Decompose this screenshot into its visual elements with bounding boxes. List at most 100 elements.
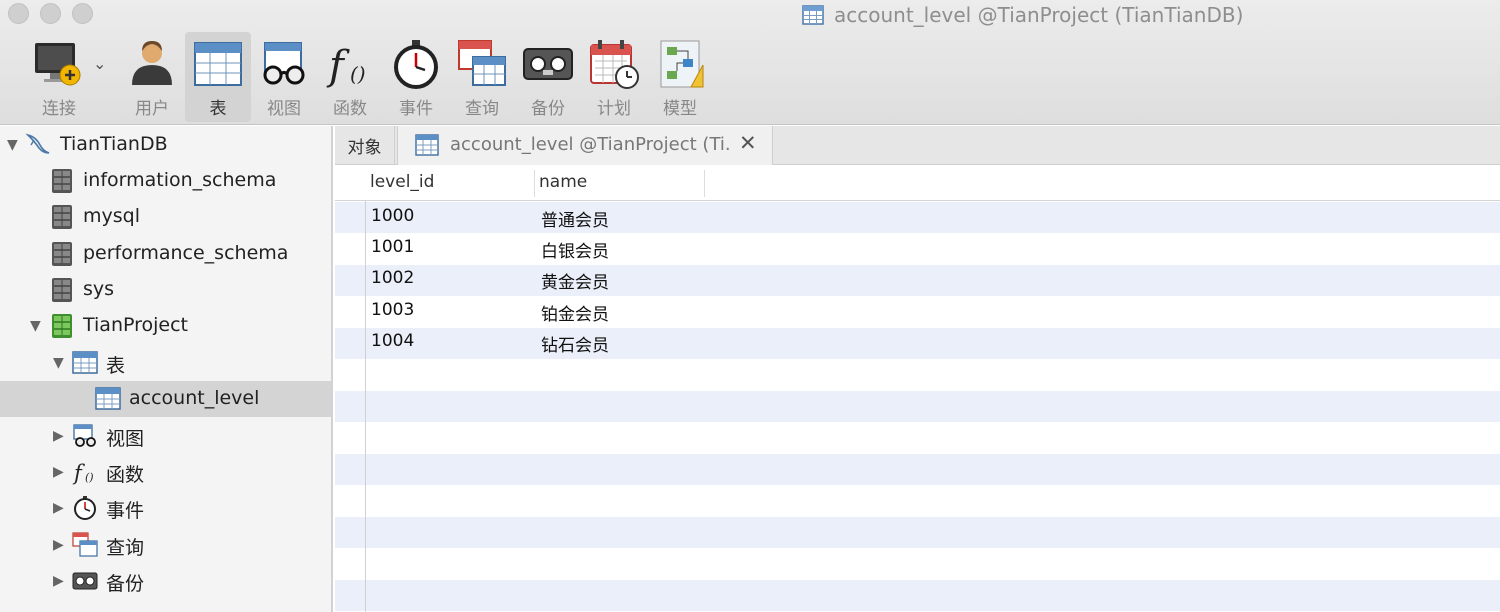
grid-stripe [335,202,1500,233]
tree-item-connection[interactable]: ▼ TianTianDB [0,127,331,163]
svg-text:f: f [72,461,85,485]
toolbar-model-button[interactable]: 模型 [647,32,713,122]
calendar-icon [590,40,639,89]
close-icon[interactable]: ✕ [739,131,757,155]
sidebar-object-tree: ▼ TianTianDB information_schema mysql pe… [0,126,333,612]
zoom-window-button[interactable] [72,3,93,24]
cell-level-id[interactable]: 1001 [371,237,414,257]
toolbar-table-button[interactable]: 表 [185,32,251,122]
tree-label: account_level [129,387,260,409]
toolbar-event-button[interactable]: 事件 [383,32,449,122]
tree-item-events-group[interactable]: ▶ 事件 [0,490,331,526]
toolbar-query-button[interactable]: 查询 [449,32,515,122]
window-title-text: account_level @TianProject (TianTianDB) [834,3,1244,27]
toolbar-label: 查询 [465,99,499,119]
user-icon [132,41,172,85]
tree-item-database[interactable]: mysql [0,199,331,235]
toolbar-label: 函数 [333,99,367,119]
tree-label: sys [83,278,115,300]
stopwatch-icon [74,496,96,520]
cell-name[interactable]: 白银会员 [541,237,609,262]
view-icon [263,42,305,85]
disclosure-collapsed-icon[interactable]: ▶ [53,464,64,480]
toolbar-schedule-button[interactable]: 计划 [581,32,647,122]
toolbar-label: 计划 [597,99,631,119]
tree-item-queries-group[interactable]: ▶ 查询 [0,527,331,563]
svg-text:(): () [85,471,94,484]
toolbar-user-button[interactable]: 用户 [119,32,185,122]
toolbar-view-button[interactable]: 视图 [251,32,317,122]
toolbar-label: 连接 [42,99,76,119]
chevron-down-icon[interactable]: ⌄ [93,54,106,73]
cell-name[interactable]: 钻石会员 [541,331,609,356]
tree-item-database[interactable]: performance_schema [0,236,331,272]
data-grid[interactable]: level_id name 1000 普通会员 1001 白银会员 1002 黄… [335,166,1500,612]
disclosure-expanded-icon[interactable]: ▼ [30,318,41,334]
disclosure-expanded-icon[interactable]: ▼ [7,137,18,153]
toolbar-connection-button[interactable]: 连接 [26,32,92,122]
column-separator[interactable] [534,170,535,197]
disclosure-collapsed-icon[interactable]: ▶ [53,537,64,553]
tree-item-database[interactable]: information_schema [0,163,331,199]
stopwatch-icon [394,40,438,89]
tree-item-views-group[interactable]: ▶ 视图 [0,418,331,454]
cell-level-id[interactable]: 1004 [371,331,414,351]
table-icon [802,5,824,25]
toolbar-label: 事件 [399,99,433,119]
window-title: account_level @TianProject (TianTianDB) [802,2,1243,28]
grid-stripe [335,391,1500,422]
tree-label: mysql [83,205,140,227]
toolbar-function-button[interactable]: f () 函数 [317,32,383,122]
disclosure-collapsed-icon[interactable]: ▶ [53,500,64,516]
column-header-name[interactable]: name [539,172,587,192]
tree-item-functions-group[interactable]: ▶ f () 函数 [0,454,331,490]
tree-item-database[interactable]: sys [0,272,331,308]
table-icon [72,351,98,374]
cell-name[interactable]: 普通会员 [541,206,609,231]
tree-item-backups-group[interactable]: ▶ 备份 [0,563,331,599]
svg-text:f: f [326,43,350,89]
tree-item-table-selected[interactable]: account_level [0,381,331,417]
cell-name[interactable]: 铂金会员 [541,300,609,325]
tab-bar: 对象 account_level @TianProject (Ti... ✕ [335,126,1500,165]
tree-label: 函数 [106,464,145,486]
grid-stripe [335,580,1500,611]
toolbar-label: 备份 [531,99,565,119]
table-icon [95,387,121,410]
cell-name[interactable]: 黄金会员 [541,268,609,293]
column-header-level-id[interactable]: level_id [370,172,434,192]
tab-label: account_level @TianProject (Ti... [450,134,730,155]
query-icon [458,40,506,86]
tree-label: TianProject [83,314,188,336]
minimize-window-button[interactable] [40,3,61,24]
close-window-button[interactable] [8,3,29,24]
tree-label: information_schema [83,169,277,191]
cell-level-id[interactable]: 1000 [371,206,414,226]
table-icon [194,42,242,86]
tab-account-level[interactable]: account_level @TianProject (Ti... ✕ [397,126,773,165]
cell-level-id[interactable]: 1003 [371,300,414,320]
tree-label: TianTianDB [60,133,168,155]
disclosure-collapsed-icon[interactable]: ▶ [53,573,64,589]
backup-icon [72,572,98,590]
grid-stripe [335,517,1500,548]
database-icon [52,169,72,193]
column-separator[interactable] [704,170,705,197]
toolbar-label: 表 [209,99,227,119]
database-icon [52,242,72,266]
cell-level-id[interactable]: 1002 [371,268,414,288]
backup-icon [523,48,573,80]
grid-stripe [335,265,1500,296]
tree-label: performance_schema [83,242,289,264]
tree-item-tables-group[interactable]: ▼ 表 [0,345,331,381]
disclosure-collapsed-icon[interactable]: ▶ [53,428,64,444]
connection-icon [35,43,81,86]
function-icon: f () [72,461,94,485]
toolbar-backup-button[interactable]: 备份 [515,32,581,122]
window-controls [8,3,93,24]
tab-objects[interactable]: 对象 [335,126,395,165]
toolbar-label: 视图 [267,99,301,119]
tree-label: 备份 [106,573,145,595]
disclosure-expanded-icon[interactable]: ▼ [53,355,64,371]
tree-item-database-open[interactable]: ▼ TianProject [0,308,331,344]
